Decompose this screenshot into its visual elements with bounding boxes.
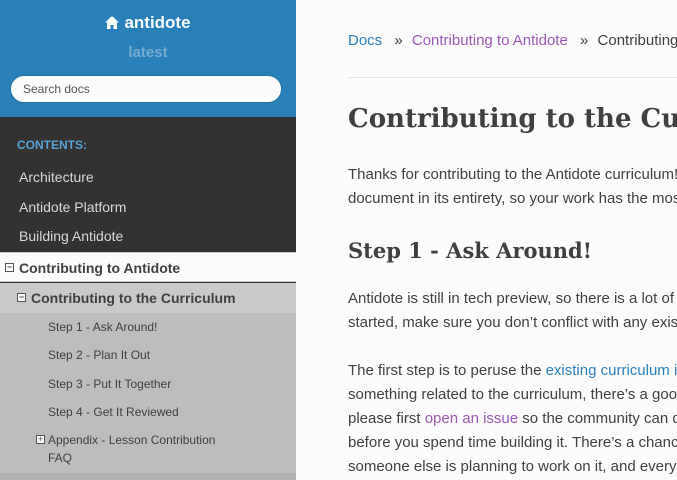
expand-toggle-icon[interactable]: +: [36, 435, 45, 444]
divider: [348, 77, 677, 78]
text-line: The first step is to peruse the existing…: [348, 359, 677, 383]
step1-paragraph-2: The first step is to peruse the existing…: [348, 359, 677, 479]
home-icon: [105, 16, 120, 29]
text-line: something related to the curriculum, the…: [348, 386, 677, 403]
text-line: before you spend time building it. There…: [348, 434, 677, 451]
breadcrumb-docs-link[interactable]: Docs: [348, 32, 382, 49]
intro-paragraph: Thanks for contributing to the Antidote …: [348, 163, 677, 211]
sidebar-item-next[interactable]: [0, 473, 296, 480]
existing-issues-link[interactable]: existing curriculum issues: [546, 362, 677, 379]
open-issue-link[interactable]: open an issue: [425, 410, 518, 427]
collapse-toggle-icon[interactable]: −: [17, 293, 26, 302]
text-line: Thanks for contributing to the Antidote …: [348, 166, 677, 183]
contents-caption: CONTENTS:: [17, 138, 87, 152]
project-name: antidote: [124, 13, 191, 32]
text-segment: so the community can discuss and weigh i…: [522, 410, 677, 427]
sidebar-item-contributing-curriculum[interactable]: − Contributing to the Curriculum: [0, 283, 296, 313]
sidebar-item-label: Contributing to Antidote: [19, 260, 181, 276]
sidebar-item-appendix-faq[interactable]: FAQ: [48, 451, 72, 465]
sidebar-item-label: Contributing to the Curriculum: [31, 290, 236, 306]
version-label: latest: [128, 44, 168, 61]
sidebar-item-architecture[interactable]: Architecture: [0, 163, 296, 191]
text-line: document in its entirety, so your work h…: [348, 190, 677, 207]
text-line: someone else is planning to work on it, …: [348, 458, 677, 475]
sidebar-item-appendix[interactable]: Appendix - Lesson Contribution: [48, 433, 215, 447]
sidebar-item-building-antidote[interactable]: Building Antidote: [0, 222, 296, 250]
page-title: Contributing to the Curriculum: [348, 104, 677, 134]
breadcrumb: Docs » Contributing to Antidote » Contri…: [348, 32, 677, 49]
sidebar-item-step4[interactable]: Step 4 - Get It Reviewed: [48, 405, 179, 419]
text-line: started, make sure you don’t conflict wi…: [348, 314, 677, 331]
text-line: please first open an issue so the commun…: [348, 407, 677, 431]
sidebar-item-step1[interactable]: Step 1 - Ask Around!: [48, 320, 157, 334]
section-heading-step1: Step 1 - Ask Around!: [348, 238, 592, 263]
sidebar-header: antidote latest: [0, 0, 296, 117]
sidebar-item-contributing[interactable]: − Contributing to Antidote: [0, 252, 296, 282]
text-line: Antidote is still in tech preview, so th…: [348, 290, 677, 307]
breadcrumb-separator: »: [394, 32, 403, 49]
sidebar-item-antidote-platform[interactable]: Antidote Platform: [0, 193, 296, 221]
breadcrumb-current: Contributing to the Curriculum: [597, 32, 677, 49]
text-segment: The first step is to peruse the: [348, 362, 546, 379]
breadcrumb-separator: »: [580, 32, 589, 49]
search-input[interactable]: [10, 75, 282, 103]
collapse-toggle-icon[interactable]: −: [5, 263, 14, 272]
text-segment: please first: [348, 410, 425, 427]
main-content: Docs » Contributing to Antidote » Contri…: [296, 0, 677, 480]
sidebar-subnav: Step 1 - Ask Around! Step 2 - Plan It Ou…: [0, 313, 296, 473]
step1-paragraph-1: Antidote is still in tech preview, so th…: [348, 287, 677, 335]
breadcrumb-parent-link[interactable]: Contributing to Antidote: [412, 32, 568, 49]
sidebar: antidote latest CONTENTS: Architecture A…: [0, 0, 296, 480]
sidebar-item-step3[interactable]: Step 3 - Put It Together: [48, 377, 171, 391]
sidebar-item-step2[interactable]: Step 2 - Plan It Out: [48, 348, 150, 362]
project-home-link[interactable]: antidote: [0, 13, 296, 33]
